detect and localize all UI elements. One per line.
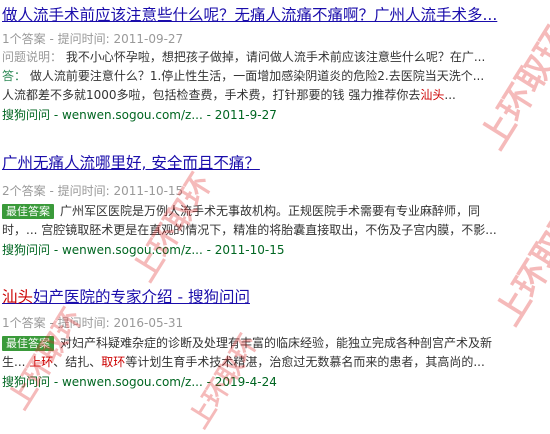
result-1-question: 问题说明： 我不小心怀孕啦，想把孩子做掉，请问做人流手术前应该注意些什么呢？在广… bbox=[2, 48, 550, 67]
answer-ellipsis: ... bbox=[444, 88, 456, 102]
result-1: 做人流手术前应该注意些什么呢？无痛人流痛不痛啊？广州人流手术多... 1个答案 … bbox=[2, 4, 550, 125]
answer-text-b: 、结扎、 bbox=[53, 355, 102, 369]
answer-text: 对妇产科疑难杂症的诊断及处理有丰富的临床经验，能独立完成各种剖宫产术及新 bbox=[60, 336, 493, 350]
source-url[interactable]: 搜狗问问 - wenwen.sogou.com/z... bbox=[2, 375, 203, 389]
answer-text: 广州军区医院是万例人流手术无事故机构。正规医院手术需要有专业麻醉师，同 bbox=[60, 204, 481, 218]
source-date: - 2011-10-15 bbox=[202, 243, 285, 257]
answer-label: 答： bbox=[2, 69, 27, 83]
result-3-title[interactable]: 汕头妇产医院的专家介绍 - 搜狗问问 bbox=[2, 286, 550, 308]
answer-text-a: 生... bbox=[2, 355, 30, 369]
highlight-keyword: 汕头 bbox=[420, 88, 445, 102]
highlight-keyword-1: 上环 bbox=[29, 355, 54, 369]
result-2: 广州无痛人流哪里好, 安全而且不痛？ 2个答案 - 提问时间: 2011-10-… bbox=[2, 152, 550, 260]
result-3-source[interactable]: 搜狗问问 - wenwen.sogou.com/z... - 2019-4-24 bbox=[2, 372, 550, 392]
result-2-answer-line1: 最佳答案 广州军区医院是万例人流手术无事故机构。正规医院手术需要有专业麻醉师，同 bbox=[2, 202, 550, 221]
result-1-answer-line1: 答： 做人流前要注意什么？1.停止性生活，一面增加感染阴道炎的危险2.去医院当天… bbox=[2, 67, 550, 86]
result-2-answer-line2: 时，... 宫腔镜取胚术更是在直观的情况下，精准的将胎囊直接取出，不伤及子宫内膜… bbox=[2, 223, 497, 237]
result-2-source[interactable]: 搜狗问问 - wenwen.sogou.com/z... - 2011-10-1… bbox=[2, 240, 550, 260]
answer-text: 做人流前要注意什么？1.停止性生活，一面增加感染阴道炎的危险2.去医院当天洗个.… bbox=[29, 69, 485, 83]
result-1-title[interactable]: 做人流手术前应该注意些什么呢？无痛人流痛不痛啊？广州人流手术多... bbox=[2, 4, 550, 26]
title-rest[interactable]: 妇产医院的专家介绍 - 搜狗问问 bbox=[33, 288, 250, 306]
result-1-source[interactable]: 搜狗问问 - wenwen.sogou.com/z... - 2011-9-27 bbox=[2, 105, 550, 125]
highlight-keyword-2: 取环 bbox=[101, 355, 126, 369]
question-text: 我不小心怀孕啦，想把孩子做掉，请问做人流手术前应该注意些什么呢？在广... bbox=[65, 50, 486, 64]
source-url[interactable]: 搜狗问问 - wenwen.sogou.com/z... bbox=[2, 108, 203, 122]
source-date: - 2011-9-27 bbox=[202, 108, 277, 122]
source-url[interactable]: 搜狗问问 - wenwen.sogou.com/z... bbox=[2, 243, 203, 257]
question-label: 问题说明： bbox=[2, 50, 63, 64]
answer-text-c: 等计划生育手术技术精湛，治愈过无数慕名而来的患者，其高尚的... bbox=[125, 355, 485, 369]
result-1-answer-line2: 人流都差不多就1000多啦，包括检查费，手术费，打针那要的钱 强力推荐你去汕头.… bbox=[2, 86, 550, 105]
result-3: 汕头妇产医院的专家介绍 - 搜狗问问 1个答案 - 提问时间: 2016-05-… bbox=[2, 286, 550, 392]
result-2-title[interactable]: 广州无痛人流哪里好, 安全而且不痛？ bbox=[2, 152, 550, 174]
result-1-meta: 1个答案 - 提问时间: 2011-09-27 bbox=[2, 32, 184, 46]
answer-text-cont: 人流都差不多就1000多啦，包括检查费，手术费，打针那要的钱 强力推荐你去 bbox=[2, 88, 421, 102]
title-highlight[interactable]: 汕头 bbox=[2, 288, 33, 306]
result-3-meta: 1个答案 - 提问时间: 2016-05-31 bbox=[2, 316, 184, 330]
best-answer-badge: 最佳答案 bbox=[2, 336, 54, 351]
result-3-answer-line2: 生... 上环、结扎、取环等计划生育手术技术精湛，治愈过无数慕名而来的患者，其高… bbox=[2, 353, 550, 372]
result-3-answer-line1: 最佳答案 对妇产科疑难杂症的诊断及处理有丰富的临床经验，能独立完成各种剖宫产术及新 bbox=[2, 334, 550, 353]
result-2-meta: 2个答案 - 提问时间: 2011-10-15 bbox=[2, 184, 184, 198]
source-date: - 2019-4-24 bbox=[202, 375, 277, 389]
best-answer-badge: 最佳答案 bbox=[2, 204, 54, 219]
